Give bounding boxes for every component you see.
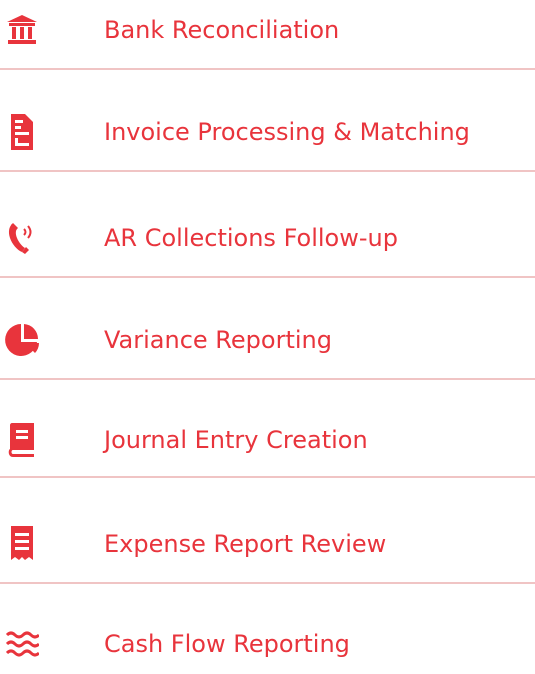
divider (0, 170, 535, 172)
task-item-invoice-processing[interactable]: Invoice Processing & Matching (0, 102, 535, 162)
task-item-journal-entry[interactable]: Journal Entry Creation (0, 410, 535, 470)
divider (0, 378, 535, 380)
water-waves-icon (4, 614, 40, 674)
task-label: Variance Reporting (104, 326, 332, 354)
task-item-ar-collections[interactable]: AR Collections Follow-up (0, 208, 535, 268)
task-label: Bank Reconciliation (104, 16, 340, 44)
pie-chart-icon (4, 310, 40, 370)
task-label: Cash Flow Reporting (104, 630, 350, 658)
invoice-icon (4, 102, 40, 162)
task-label: Journal Entry Creation (104, 426, 368, 454)
task-item-variance-reporting[interactable]: Variance Reporting (0, 310, 535, 370)
receipt-icon (4, 514, 40, 574)
task-label: Expense Report Review (104, 530, 387, 558)
phone-icon (4, 208, 40, 268)
divider (0, 476, 535, 478)
divider (0, 68, 535, 70)
bank-icon (4, 0, 40, 60)
task-item-cash-flow[interactable]: Cash Flow Reporting (0, 614, 535, 674)
task-label: AR Collections Follow-up (104, 224, 398, 252)
automation-task-list: Bank Reconciliation Invoice Processing &… (0, 0, 535, 662)
divider (0, 582, 535, 584)
task-item-bank-reconciliation[interactable]: Bank Reconciliation (0, 0, 535, 60)
book-icon (4, 410, 40, 470)
divider (0, 276, 535, 278)
task-item-expense-report[interactable]: Expense Report Review (0, 514, 535, 574)
task-label: Invoice Processing & Matching (104, 118, 470, 146)
